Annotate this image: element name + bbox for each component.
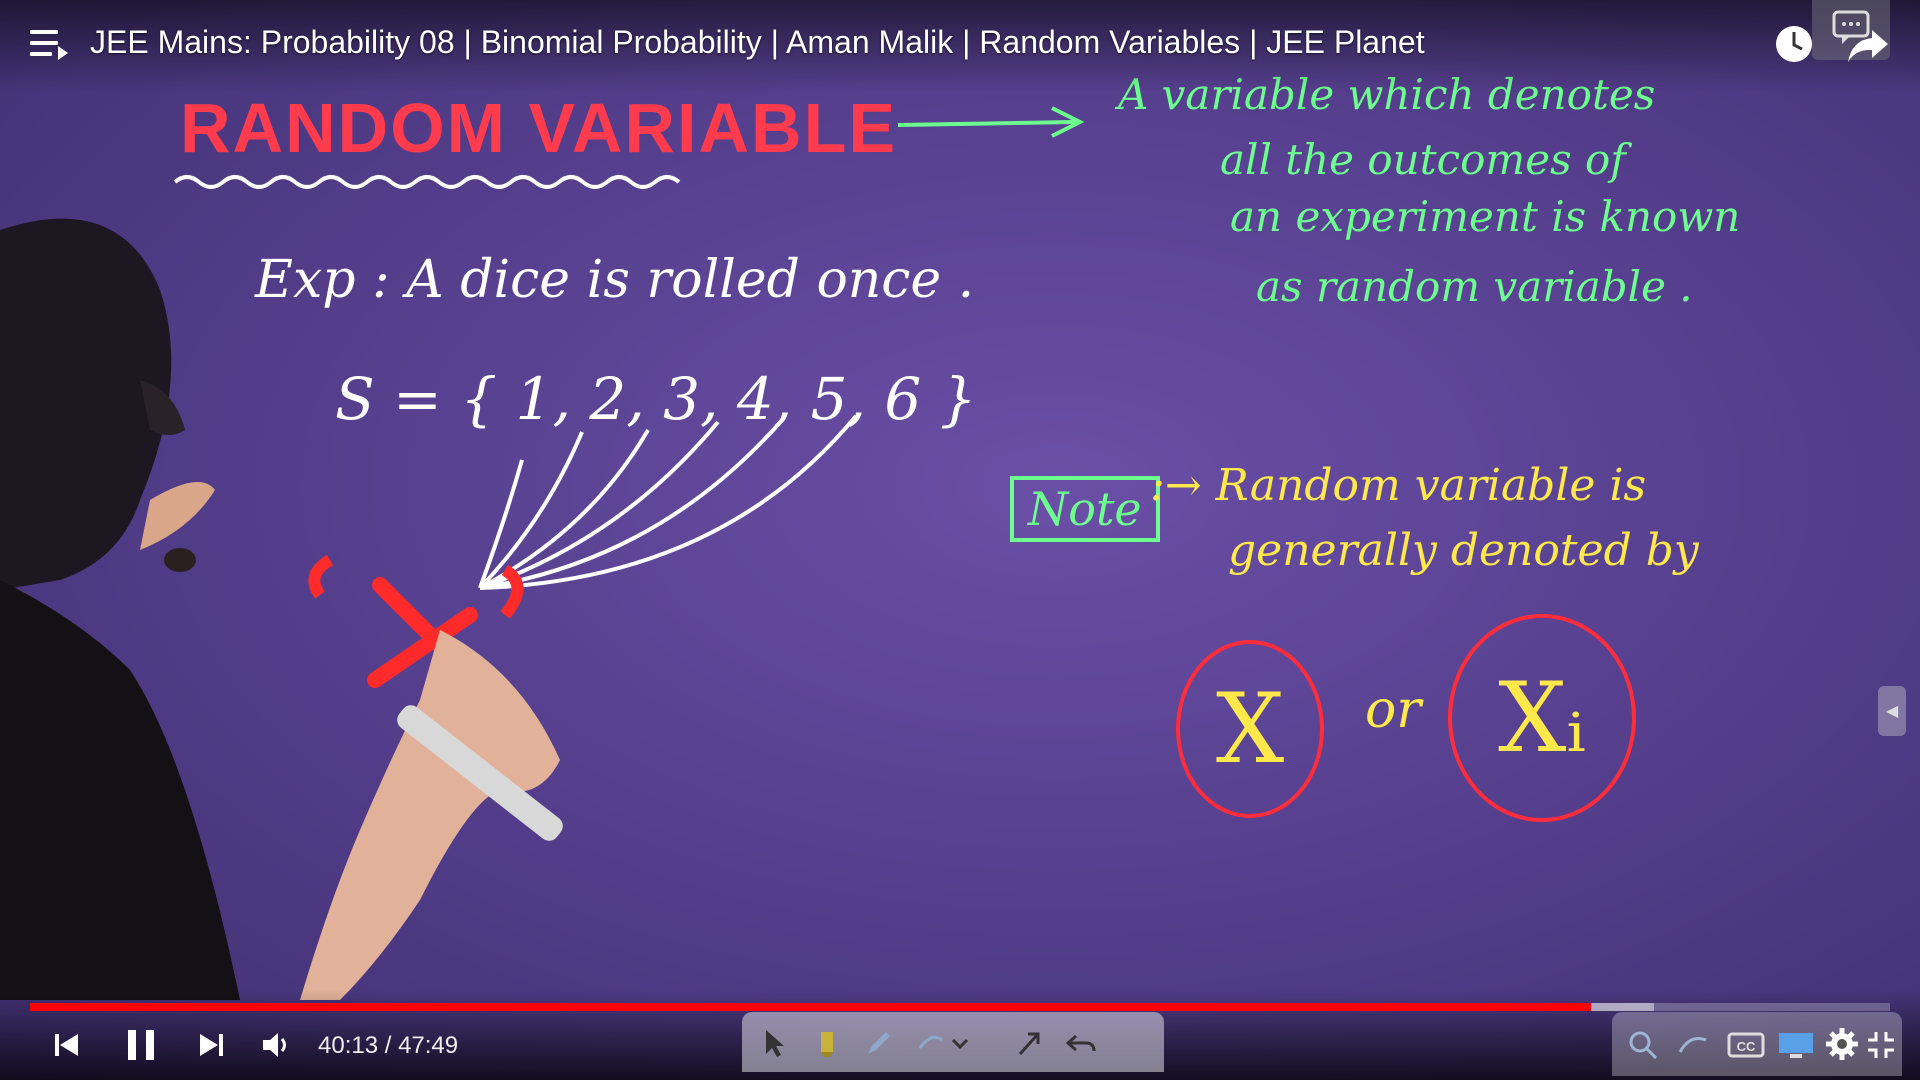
svg-text:CC: CC bbox=[1737, 1039, 1756, 1054]
symbol-x-circle: X bbox=[1176, 640, 1324, 818]
progress-bar[interactable] bbox=[30, 1003, 1890, 1011]
side-panel-toggle[interactable]: ◀ bbox=[1878, 686, 1906, 736]
presenter bbox=[0, 218, 563, 1000]
definition-line-4: as random variable . bbox=[1256, 262, 1693, 311]
chevron-left-icon: ◀ bbox=[1885, 703, 1899, 720]
heading-underline bbox=[173, 175, 681, 189]
top-bar: JEE Mains: Probability 08 | Binomial Pro… bbox=[0, 0, 1920, 92]
arrow-tool-icon[interactable] bbox=[1012, 1026, 1046, 1060]
symbol-xi: Xᵢ bbox=[1498, 662, 1586, 774]
symbol-x: X bbox=[1215, 673, 1285, 785]
clock-icon[interactable] bbox=[1772, 22, 1816, 66]
share-icon[interactable] bbox=[1846, 22, 1890, 66]
pointer-tool-icon[interactable] bbox=[758, 1026, 792, 1060]
next-icon[interactable] bbox=[194, 1028, 228, 1062]
volume-icon[interactable] bbox=[260, 1030, 294, 1060]
previous-icon[interactable] bbox=[50, 1028, 84, 1062]
screen-icon[interactable] bbox=[1776, 1028, 1816, 1062]
undo-icon[interactable] bbox=[1064, 1026, 1098, 1060]
cc-icon[interactable]: CC bbox=[1726, 1028, 1766, 1062]
exit-fullscreen-icon[interactable] bbox=[1864, 1028, 1898, 1062]
note-line-1: :→ Random variable is bbox=[1150, 460, 1647, 511]
right-control-tray: CC bbox=[1612, 1012, 1902, 1076]
video-title[interactable]: JEE Mains: Probability 08 | Binomial Pro… bbox=[90, 24, 1425, 61]
definition-line-2: all the outcomes of bbox=[1220, 135, 1626, 184]
time-display: 40:13 / 47:49 bbox=[318, 1032, 459, 1059]
definition-line-3: an experiment is known bbox=[1230, 192, 1741, 241]
video-player[interactable]: RANDOM VARIABLE A variable which denotes… bbox=[0, 0, 1920, 1080]
or-text: or bbox=[1365, 680, 1422, 740]
pen-icon[interactable] bbox=[862, 1026, 896, 1060]
chevron-down-icon[interactable] bbox=[948, 1026, 972, 1060]
shape-icon[interactable] bbox=[914, 1026, 948, 1060]
definition-arrow bbox=[897, 120, 1076, 127]
gear-icon[interactable] bbox=[1824, 1026, 1860, 1062]
symbol-xi-circle: Xᵢ bbox=[1448, 614, 1636, 822]
playlist-menu-icon[interactable] bbox=[30, 30, 70, 66]
pause-icon[interactable] bbox=[122, 1026, 160, 1064]
draw-icon[interactable] bbox=[1676, 1028, 1710, 1062]
note-label: Note bbox=[1010, 476, 1160, 542]
note-line-2: generally denoted by bbox=[1228, 525, 1699, 576]
annotation-toolbar bbox=[742, 1012, 1164, 1072]
highlighter-icon[interactable] bbox=[810, 1026, 844, 1060]
zoom-icon[interactable] bbox=[1626, 1028, 1660, 1062]
played-bar bbox=[30, 1003, 1592, 1011]
